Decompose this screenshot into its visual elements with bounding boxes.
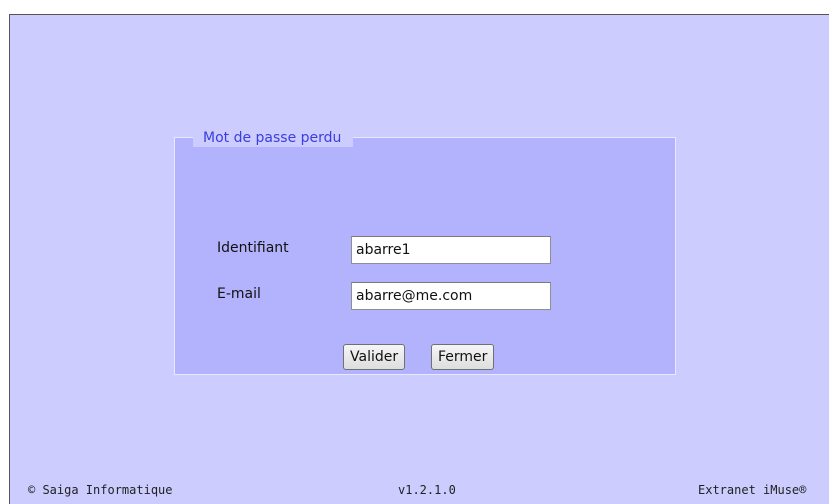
identifiant-label: Identifiant (217, 240, 289, 256)
lost-password-form: Mot de passe perdu Identifiant E-mail Va… (174, 129, 676, 375)
footer-copyright: © Saiga Informatique (28, 483, 173, 497)
footer-version: v1.2.1.0 (398, 483, 456, 497)
email-label: E-mail (217, 286, 261, 302)
footer-product: Extranet iMuse® (698, 483, 807, 497)
fermer-button[interactable]: Fermer (431, 344, 495, 370)
valider-button[interactable]: Valider (343, 344, 406, 370)
email-input[interactable] (351, 282, 551, 310)
identifiant-input[interactable] (351, 236, 551, 264)
page-frame: Mot de passe perdu Identifiant E-mail Va… (9, 14, 829, 504)
form-legend: Mot de passe perdu (193, 129, 354, 147)
